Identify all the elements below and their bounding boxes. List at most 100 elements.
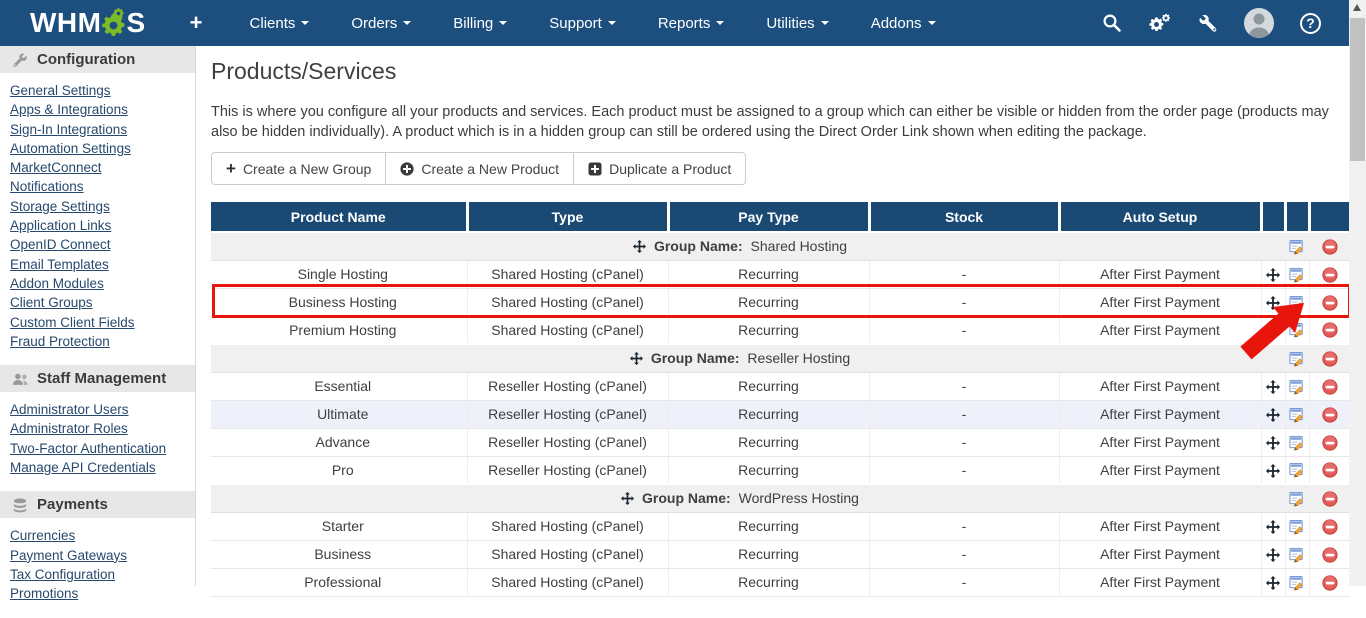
main-menu: ClientsOrdersBillingSupportReportsUtilit… — [229, 0, 957, 46]
sidebar-item-currencies[interactable]: Currencies — [10, 526, 195, 545]
sidebar-item-marketconnect[interactable]: MarketConnect — [10, 158, 195, 177]
sidebar-item-administrator-roles[interactable]: Administrator Roles — [10, 419, 195, 438]
edit-icon[interactable] — [1289, 407, 1305, 423]
gears-icon[interactable] — [1148, 13, 1172, 33]
edit-icon[interactable] — [1289, 267, 1305, 283]
column-header-actions — [1285, 202, 1309, 232]
move-icon[interactable] — [621, 492, 634, 505]
sidebar-item-two-factor-authentication[interactable]: Two-Factor Authentication — [10, 439, 195, 458]
product-type-cell: Reseller Hosting (cPanel) — [467, 400, 668, 428]
product-name-cell: Essential — [211, 372, 467, 400]
column-header-pay-type: Pay Type — [668, 202, 869, 232]
quick-add-button[interactable]: + — [190, 10, 203, 36]
sidebar-item-storage-settings[interactable]: Storage Settings — [10, 197, 195, 216]
move-icon[interactable] — [1266, 520, 1280, 534]
move-icon[interactable] — [1266, 576, 1280, 590]
edit-icon[interactable] — [1289, 519, 1305, 535]
sidebar-item-openid-connect[interactable]: OpenID Connect — [10, 235, 195, 254]
sidebar-item-client-groups[interactable]: Client Groups — [10, 293, 195, 312]
edit-icon[interactable] — [1289, 322, 1305, 338]
edit-icon[interactable] — [1289, 547, 1305, 563]
edit-icon[interactable] — [1289, 239, 1305, 255]
delete-icon[interactable] — [1322, 575, 1338, 591]
duplicate-a-product-button[interactable]: Duplicate a Product — [574, 152, 746, 185]
sidebar-item-addon-modules[interactable]: Addon Modules — [10, 274, 195, 293]
delete-icon[interactable] — [1322, 547, 1338, 563]
move-icon[interactable] — [1266, 324, 1280, 338]
edit-icon[interactable] — [1289, 491, 1305, 507]
stock-cell: - — [869, 260, 1059, 288]
delete-icon[interactable] — [1322, 322, 1338, 338]
edit-icon[interactable] — [1289, 575, 1305, 591]
pay-type-cell: Recurring — [668, 288, 869, 316]
chevron-down-icon — [928, 21, 936, 25]
move-icon[interactable] — [1266, 268, 1280, 282]
wrench-icon[interactable] — [1198, 13, 1218, 33]
delete-icon[interactable] — [1322, 407, 1338, 423]
delete-icon[interactable] — [1322, 239, 1338, 255]
move-icon[interactable] — [1266, 436, 1280, 450]
page-title: Products/Services — [211, 58, 396, 85]
move-icon[interactable] — [633, 240, 646, 253]
move-icon[interactable] — [1266, 296, 1280, 310]
sidebar-item-administrator-users[interactable]: Administrator Users — [10, 400, 195, 419]
move-icon[interactable] — [1266, 464, 1280, 478]
sidebar-item-tax-configuration[interactable]: Tax Configuration — [10, 565, 195, 584]
sidebar-item-notifications[interactable]: Notifications — [10, 177, 195, 196]
edit-icon[interactable] — [1289, 295, 1305, 311]
sidebar-item-automation-settings[interactable]: Automation Settings — [10, 139, 195, 158]
group-label-prefix: Group Name: — [642, 490, 735, 506]
products-table: Product NameTypePay TypeStockAuto Setup … — [211, 202, 1350, 597]
delete-icon[interactable] — [1322, 462, 1338, 478]
sidebar-item-promotions[interactable]: Promotions — [10, 584, 195, 603]
sidebar-item-email-templates[interactable]: Email Templates — [10, 255, 195, 274]
sidebar-item-manage-api-credentials[interactable]: Manage API Credentials — [10, 458, 195, 477]
delete-icon[interactable] — [1322, 491, 1338, 507]
move-icon[interactable] — [1266, 408, 1280, 422]
delete-icon[interactable] — [1322, 379, 1338, 395]
help-icon[interactable]: ? — [1300, 13, 1321, 34]
whmcs-logo[interactable]: WHM S — [30, 9, 146, 37]
delete-icon[interactable] — [1322, 295, 1338, 311]
search-icon[interactable] — [1102, 13, 1122, 33]
nav-item-addons[interactable]: Addons — [850, 0, 957, 46]
sidebar-item-application-links[interactable]: Application Links — [10, 216, 195, 235]
sidebar-item-payment-gateways[interactable]: Payment Gateways — [10, 546, 195, 565]
sidebar-item-fraud-protection[interactable]: Fraud Protection — [10, 332, 195, 351]
product-name-cell: Advance — [211, 428, 467, 456]
column-header-actions — [1261, 202, 1285, 232]
move-icon[interactable] — [630, 352, 643, 365]
delete-icon[interactable] — [1322, 519, 1338, 535]
table-header-row: Product NameTypePay TypeStockAuto Setup — [211, 202, 1350, 232]
user-avatar[interactable] — [1244, 8, 1274, 38]
nav-item-utilities[interactable]: Utilities — [745, 0, 849, 46]
nav-item-orders[interactable]: Orders — [330, 0, 432, 46]
edit-icon[interactable] — [1289, 435, 1305, 451]
edit-icon[interactable] — [1289, 462, 1305, 478]
sidebar-item-apps-integrations[interactable]: Apps & Integrations — [10, 100, 195, 119]
sidebar-item-custom-client-fields[interactable]: Custom Client Fields — [10, 313, 195, 332]
create-a-new-product-button[interactable]: Create a New Product — [386, 152, 574, 185]
nav-item-support[interactable]: Support — [528, 0, 637, 46]
nav-item-billing[interactable]: Billing — [432, 0, 528, 46]
edit-icon[interactable] — [1289, 351, 1305, 367]
sidebar: Configuration General SettingsApps & Int… — [0, 46, 196, 586]
pay-type-cell: Recurring — [668, 540, 869, 568]
nav-item-clients[interactable]: Clients — [229, 0, 331, 46]
auto-setup-cell: After First Payment — [1059, 372, 1261, 400]
move-icon[interactable] — [1266, 380, 1280, 394]
sidebar-item-sign-in-integrations[interactable]: Sign-In Integrations — [10, 120, 195, 139]
scrollbar-up-arrow-icon[interactable] — [1353, 4, 1361, 11]
delete-icon[interactable] — [1322, 267, 1338, 283]
product-name-cell: Business — [211, 540, 467, 568]
sidebar-item-general-settings[interactable]: General Settings — [10, 81, 195, 100]
delete-icon[interactable] — [1322, 351, 1338, 367]
vertical-scrollbar[interactable] — [1349, 0, 1366, 586]
delete-icon[interactable] — [1322, 435, 1338, 451]
nav-item-reports[interactable]: Reports — [637, 0, 746, 46]
edit-icon[interactable] — [1289, 379, 1305, 395]
move-icon[interactable] — [1266, 548, 1280, 562]
create-a-new-group-button[interactable]: +Create a New Group — [211, 152, 386, 185]
scrollbar-thumb[interactable] — [1350, 18, 1365, 161]
column-header-product-name: Product Name — [211, 202, 467, 232]
